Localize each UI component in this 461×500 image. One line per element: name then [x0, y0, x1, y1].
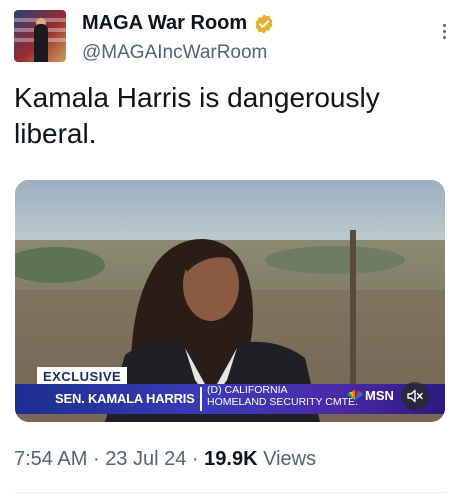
divider [14, 492, 447, 493]
tweet-date[interactable]: 23 Jul 24 [105, 448, 186, 470]
tweet-meta: 7:54 AM · 23 Jul 24 · 19.9K Views [14, 448, 316, 471]
verified-badge-icon [255, 13, 273, 34]
views-count[interactable]: 19.9K [204, 448, 257, 470]
views-label: Views [263, 448, 317, 470]
mute-button[interactable] [401, 382, 429, 410]
lower-third-party: (D) CALIFORNIA HOMELAND SECURITY CMTE. [207, 384, 358, 408]
speaker-muted-icon [407, 389, 423, 403]
lower-third-name: SEN. KAMALA HARRIS [55, 391, 195, 406]
network-logo: MSN [347, 388, 394, 403]
peacock-icon [347, 390, 363, 400]
tweet-text: Kamala Harris is dangerously liberal. [14, 82, 380, 149]
author-display-name[interactable]: MAGA War Room [82, 12, 247, 35]
meta-separator: · [92, 448, 100, 470]
lower-third-party-line1: (D) CALIFORNIA [207, 384, 288, 396]
avatar-figure [34, 24, 48, 62]
video-player[interactable]: EXCLUSIVE SEN. KAMALA HARRIS (D) CALIFOR… [15, 180, 445, 422]
tweet-time[interactable]: 7:54 AM [14, 448, 87, 470]
avatar[interactable] [14, 10, 66, 62]
meta-separator: · [191, 448, 199, 470]
author-handle[interactable]: @MAGAIncWarRoom [82, 42, 267, 64]
lower-third-party-line2: HOMELAND SECURITY CMTE. [207, 396, 358, 408]
lower-third-divider [200, 387, 202, 411]
network-logo-text: MSN [365, 388, 394, 403]
more-options-icon[interactable] [443, 24, 447, 42]
